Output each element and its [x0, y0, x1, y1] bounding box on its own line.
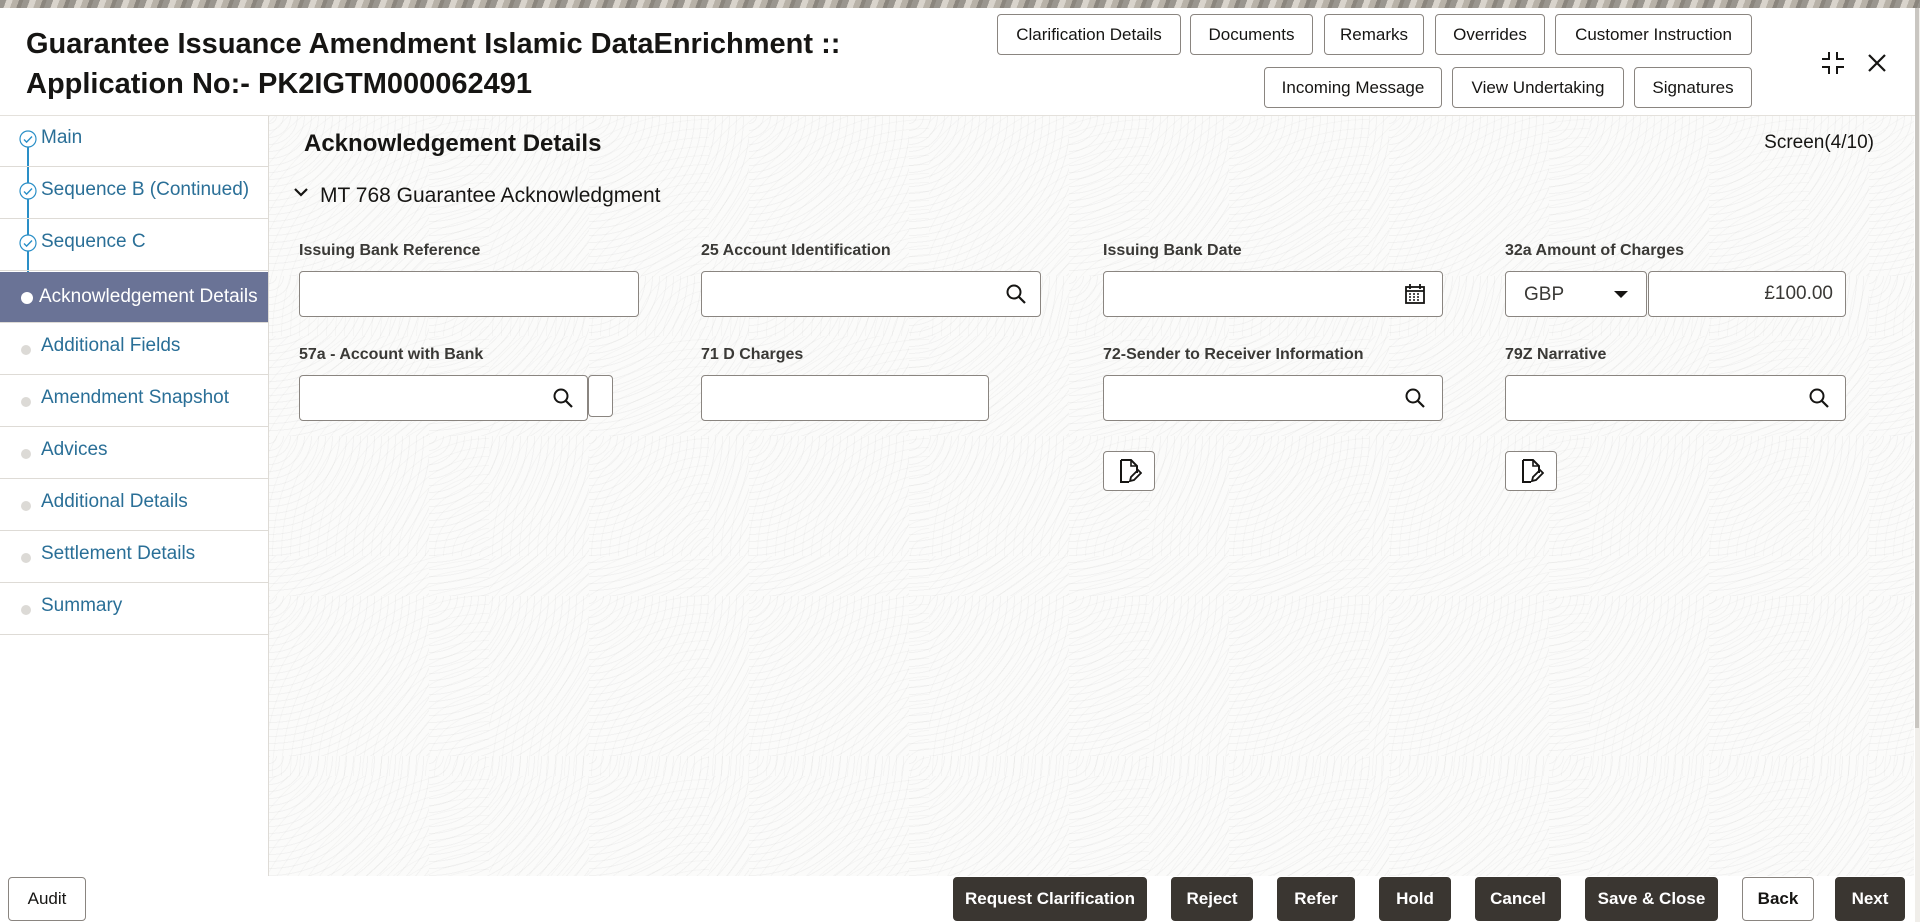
amount-of-charges-label: 32a Amount of Charges — [1505, 242, 1684, 259]
cancel-button[interactable]: Cancel — [1475, 877, 1561, 921]
sidebar-item-summary[interactable]: Summary — [0, 584, 268, 635]
section-title: MT 768 Guarantee Acknowledgment — [320, 184, 661, 207]
sidebar-item-label: Acknowledgement Details — [39, 286, 258, 307]
sidebar-item-label: Amendment Snapshot — [41, 387, 230, 408]
sidebar-item-sequence-c[interactable]: Sequence C — [0, 220, 268, 271]
hold-button[interactable]: Hold — [1379, 877, 1451, 921]
next-button[interactable]: Next — [1835, 877, 1905, 921]
sidebar-item-advices[interactable]: Advices — [0, 428, 268, 479]
sidebar-item-label: Main — [41, 127, 83, 148]
page-title-line1: Guarantee Issuance Amendment Islamic Dat… — [26, 28, 841, 60]
chevron-down-icon[interactable] — [291, 182, 311, 202]
step-dot — [21, 553, 31, 563]
sidebar-item-settlement-details[interactable]: Settlement Details — [0, 532, 268, 583]
sidebar-item-label: Additional Fields — [41, 335, 181, 356]
main-content: Acknowledgement Details Screen(4/10) MT … — [269, 116, 1914, 876]
sidebar-item-sequence-b[interactable]: Sequence B (Continued) — [0, 168, 268, 219]
save-close-button[interactable]: Save & Close — [1585, 877, 1718, 921]
calendar-icon[interactable] — [1403, 282, 1427, 306]
search-icon[interactable] — [1403, 386, 1427, 410]
d-charges-label: 71 D Charges — [701, 346, 804, 363]
sidebar-item-label: Sequence C — [41, 231, 146, 252]
check-circle-icon — [19, 234, 37, 252]
signatures-button[interactable]: Signatures — [1634, 67, 1752, 108]
back-button[interactable]: Back — [1742, 877, 1814, 921]
application-number: Application No:- PK2IGTM000062491 — [26, 68, 533, 100]
account-identification-input[interactable] — [701, 271, 1041, 317]
edit-document-button[interactable] — [1505, 451, 1557, 491]
sidebar-item-amendment-snapshot[interactable]: Amendment Snapshot — [0, 376, 268, 427]
check-circle-icon — [19, 130, 37, 148]
footer-action-bar: Audit Request Clarification Reject Refer… — [0, 876, 1920, 922]
issuing-bank-date-input[interactable] — [1103, 271, 1443, 317]
reject-button[interactable]: Reject — [1171, 877, 1253, 921]
search-icon[interactable] — [551, 386, 575, 410]
refer-button[interactable]: Refer — [1277, 877, 1355, 921]
sidebar-item-label: Additional Details — [41, 491, 188, 512]
scrollbar-thumb[interactable] — [1915, 8, 1919, 728]
top-decorative-strip — [0, 0, 1920, 8]
account-with-bank-input[interactable] — [299, 375, 588, 421]
page-title: Guarantee Issuance Amendment Islamic Dat… — [26, 24, 840, 104]
edit-document-icon — [1120, 459, 1142, 483]
issuing-bank-reference-label: Issuing Bank Reference — [299, 242, 481, 259]
sidebar-item-label: Sequence B (Continued) — [41, 179, 250, 200]
sidebar-item-label: Advices — [41, 439, 108, 460]
search-icon[interactable] — [1807, 386, 1831, 410]
sidebar-item-label: Summary — [41, 595, 123, 616]
edit-document-button[interactable] — [1103, 451, 1155, 491]
sender-to-receiver-input[interactable] — [1103, 375, 1443, 421]
charges-amount-input[interactable] — [1648, 271, 1846, 317]
step-dot — [21, 397, 31, 407]
sidebar-nav: Main Sequence B (Continued) Sequence C A… — [0, 116, 269, 876]
sender-to-receiver-label: 72-Sender to Receiver Information — [1103, 346, 1364, 363]
audit-button[interactable]: Audit — [8, 877, 86, 921]
current-step-dot — [21, 292, 33, 304]
app-header: Guarantee Issuance Amendment Islamic Dat… — [0, 8, 1920, 116]
account-identification-label: 25 Account Identification — [701, 242, 891, 259]
page-scrollbar[interactable] — [1915, 8, 1920, 922]
narrative-input[interactable] — [1505, 375, 1846, 421]
edit-document-icon — [1522, 459, 1544, 483]
customer-instruction-button[interactable]: Customer Instruction — [1555, 14, 1752, 55]
view-undertaking-button[interactable]: View Undertaking — [1452, 67, 1624, 108]
issuing-bank-reference-input[interactable] — [299, 271, 639, 317]
clarification-details-button[interactable]: Clarification Details — [997, 14, 1181, 55]
step-dot — [21, 449, 31, 459]
incoming-message-button[interactable]: Incoming Message — [1264, 67, 1442, 108]
request-clarification-button[interactable]: Request Clarification — [953, 877, 1147, 921]
narrative-label: 79Z Narrative — [1505, 346, 1607, 363]
documents-button[interactable]: Documents — [1190, 14, 1313, 55]
sidebar-item-label: Settlement Details — [41, 543, 196, 564]
close-icon[interactable] — [1862, 48, 1892, 78]
sidebar-item-additional-details[interactable]: Additional Details — [0, 480, 268, 531]
issuing-bank-date-label: Issuing Bank Date — [1103, 242, 1242, 259]
d-charges-input[interactable] — [701, 375, 989, 421]
step-dot — [21, 501, 31, 511]
sidebar-item-main[interactable]: Main — [0, 116, 268, 167]
account-with-bank-extra-button[interactable] — [588, 375, 613, 417]
overrides-button[interactable]: Overrides — [1435, 14, 1545, 55]
check-circle-icon — [19, 182, 37, 200]
screen-title: Acknowledgement Details — [304, 130, 602, 157]
account-with-bank-label: 57a - Account with Bank — [299, 346, 484, 363]
currency-select[interactable]: GBP — [1505, 271, 1647, 317]
step-dot — [21, 605, 31, 615]
currency-value: GBP — [1524, 284, 1565, 305]
step-dot — [21, 345, 31, 355]
sidebar-item-additional-fields[interactable]: Additional Fields — [0, 324, 268, 375]
minimize-icon[interactable] — [1818, 48, 1848, 78]
caret-down-icon — [1614, 291, 1628, 298]
screen-counter: Screen(4/10) — [1764, 132, 1874, 153]
sidebar-item-acknowledgement-details[interactable]: Acknowledgement Details — [0, 272, 268, 323]
remarks-button[interactable]: Remarks — [1324, 14, 1424, 55]
search-icon[interactable] — [1004, 282, 1028, 306]
